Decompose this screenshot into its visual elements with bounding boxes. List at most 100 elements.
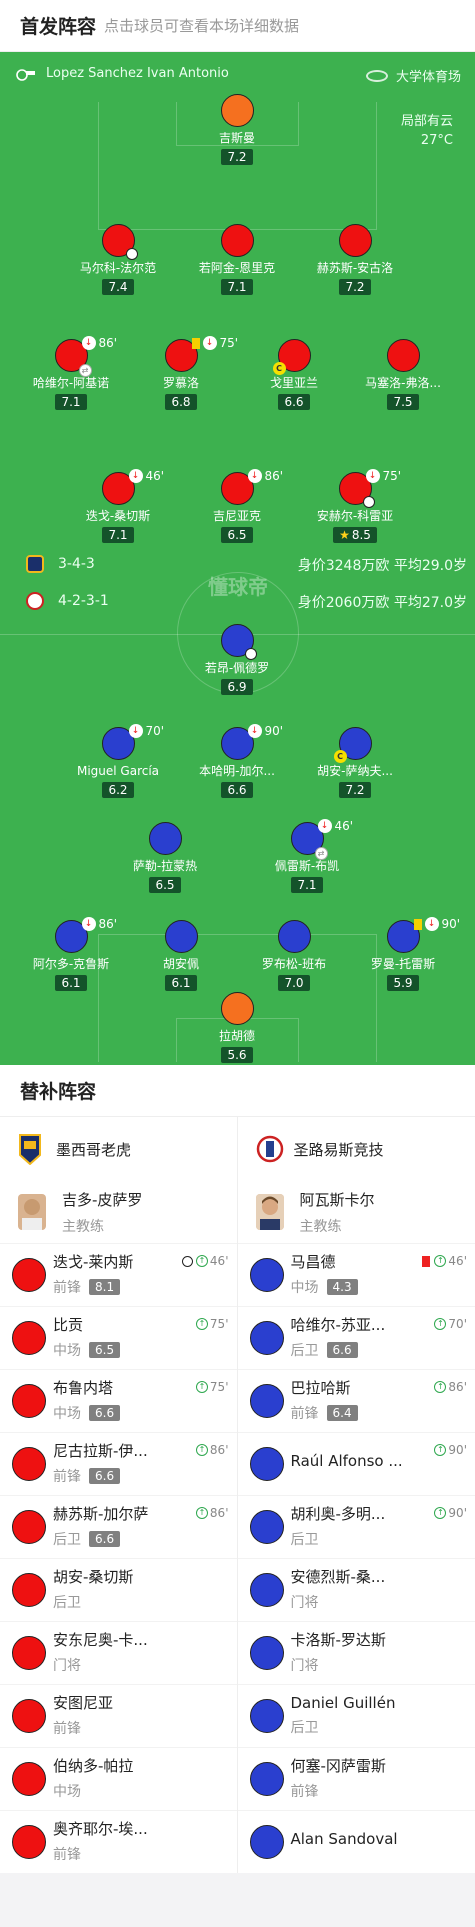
home-player[interactable]: ↓75' 安赫尔-科雷亚 8.5 <box>290 469 420 543</box>
player-name: 胡安-萨纳夫... <box>317 764 393 778</box>
player-shirt-icon <box>249 1825 284 1859</box>
away-team[interactable]: 圣路易斯竞技 <box>238 1117 475 1181</box>
home-value: 身价3248万欧 平均29.0岁 <box>297 558 467 574</box>
away-value: 身价2060万欧 平均27.0岁 <box>297 595 467 611</box>
sub-player-name: 胡安-桑切斯 <box>53 1568 134 1586</box>
home-player[interactable]: ↓ 86' 吉尼亚克 6.5 <box>172 469 302 543</box>
away-team-name: 圣路易斯竞技 <box>293 1140 384 1159</box>
home-sub-row[interactable]: 赫苏斯-加尔萨 后卫 6.6 ↑ 86' <box>0 1495 237 1558</box>
home-player[interactable]: 马尔科-法尔范 7.4 <box>53 224 183 295</box>
away-player[interactable]: 若昂-佩德罗 6.9 <box>172 624 302 695</box>
away-sub-row[interactable]: 安德烈斯-桑... 门将 <box>237 1558 475 1621</box>
away-player[interactable]: ↓ 70' Miguel García 6.2 <box>53 724 183 798</box>
home-player[interactable]: 马塞洛-弗洛... 7.5 <box>338 339 468 410</box>
away-player[interactable]: C 胡安-萨纳夫... 7.2 <box>290 727 420 798</box>
sub-in-icon: ↑ <box>195 1255 208 1267</box>
sub-minute: 46' <box>334 819 354 833</box>
away-sub-row[interactable]: Alan Sandoval <box>237 1810 475 1873</box>
player-shirt-icon <box>249 1510 284 1544</box>
player-name: 若阿金-恩里克 <box>198 261 276 275</box>
substitution-event: ↓ 90' <box>247 724 283 738</box>
player-shirt-icon <box>249 1699 284 1733</box>
away-player[interactable]: 胡安佩 6.1 <box>116 920 246 991</box>
sub-player-rating: 8.1 <box>89 1279 121 1295</box>
away-sub-row[interactable]: 哈维尔-苏亚... 后卫 6.6 ↑ 70' <box>237 1306 475 1369</box>
sub-player-position: 前锋 <box>53 1721 81 1737</box>
player-shirt-icon <box>12 1573 46 1607</box>
venue: 大学体育场 <box>365 66 461 85</box>
player-shirt-icon <box>249 1573 284 1607</box>
home-sub-row[interactable]: 布鲁内塔 中场 6.6 ↑ 75' <box>0 1369 237 1432</box>
home-sub-row[interactable]: 胡安-桑切斯 后卫 <box>0 1558 237 1621</box>
away-sub-row[interactable]: Raúl Alfonso ... ↑ 90' <box>237 1432 475 1495</box>
home-player[interactable]: 若阿金-恩里克 7.1 <box>172 224 302 295</box>
sub-in-icon: ↑ <box>434 1381 447 1393</box>
referee: Lopez Sanchez Ivan Antonio <box>14 66 229 81</box>
player-rating: 5.9 <box>387 975 419 991</box>
sub-minute: 86' <box>448 1380 467 1394</box>
home-player[interactable]: 吉斯曼 7.2 <box>172 94 302 165</box>
sub-player-position: 门将 <box>53 1658 81 1674</box>
player-shirt-icon <box>338 224 372 257</box>
away-player[interactable]: ↓ 46' ⇄ 佩雷斯-布凯 7.1 <box>242 819 372 893</box>
sub-player-name: Daniel Guillén <box>290 1693 396 1712</box>
away-player[interactable]: ↓ 90' 罗曼-托雷斯 5.9 <box>338 917 468 991</box>
substitution-event: ↓ 86' <box>81 336 118 350</box>
home-player[interactable]: ↓ 46' 迭戈-桑切斯 7.1 <box>53 469 183 543</box>
lineup-subtitle: 点击球员可查看本场详细数据 <box>104 17 300 35</box>
player-rating: 7.0 <box>278 975 310 991</box>
sub-out-icon: ↓ <box>128 724 143 738</box>
home-subs-column: 墨西哥老虎 吉多-皮萨罗 主教练 迭戈-莱内斯 前锋 8.1 ↑ 46' 比贡 中场 6.5 ↑… <box>0 1117 238 1873</box>
player-shirt-icon <box>220 224 254 257</box>
home-sub-row[interactable]: 比贡 中场 6.5 ↑ 75' <box>0 1306 237 1369</box>
away-sub-row[interactable]: Daniel Guillén 后卫 <box>237 1684 475 1747</box>
player-shirt-icon <box>249 1447 284 1481</box>
player-name: 本哈明-加尔... <box>199 764 275 778</box>
sub-minute: 86' <box>98 336 118 350</box>
away-sub-row[interactable]: 何塞-冈萨雷斯 前锋 <box>237 1747 475 1810</box>
away-player[interactable]: 萨勒-拉蒙热 6.5 <box>100 822 230 893</box>
home-team[interactable]: 墨西哥老虎 <box>0 1117 237 1181</box>
sub-in-icon: ↑ <box>195 1507 208 1519</box>
sub-player-position: 门将 <box>290 1658 319 1674</box>
home-sub-row[interactable]: 安图尼亚 前锋 <box>0 1684 237 1747</box>
sub-in-icon: ↑ <box>434 1444 447 1456</box>
home-sub-row[interactable]: 尼古拉斯-伊... 前锋 6.6 ↑ 86' <box>0 1432 237 1495</box>
player-shirt-icon: ↓ 46' ⇄ <box>290 819 353 860</box>
home-sub-row[interactable]: 奥齐耶尔-埃... 前锋 <box>0 1810 237 1873</box>
home-player[interactable]: 赫苏斯-安古洛 7.2 <box>290 224 420 295</box>
player-name: Miguel García <box>76 764 160 778</box>
sub-player-rating: 6.6 <box>326 1342 358 1358</box>
away-sub-row[interactable]: 马昌德 中场 4.3 ↑ 46' <box>237 1243 475 1306</box>
player-shirt-icon <box>12 1321 46 1355</box>
substitution-event: ↓ 46' <box>128 469 164 483</box>
sub-player-position: 前锋 <box>290 1784 319 1800</box>
player-shirt-icon <box>12 1447 46 1481</box>
away-coach-name: 阿瓦斯卡尔 <box>299 1190 375 1209</box>
referee-name: Lopez Sanchez Ivan Antonio <box>46 66 229 81</box>
red-card-icon <box>422 1255 431 1267</box>
away-player[interactable]: ↓ 90' 本哈明-加尔... 6.6 <box>172 724 302 798</box>
home-sub-row[interactable]: 安东尼奥-卡... 门将 <box>0 1621 237 1684</box>
player-rating: 5.6 <box>221 1047 253 1063</box>
sub-player-rating: 6.6 <box>89 1405 121 1421</box>
player-rating: 7.1 <box>55 394 87 410</box>
player-shirt-icon: ↓ 46' <box>101 469 164 505</box>
away-sub-row[interactable]: 巴拉哈斯 前锋 6.4 ↑ 86' <box>237 1369 475 1432</box>
player-rating: 7.1 <box>291 877 323 893</box>
player-shirt-icon <box>12 1825 46 1859</box>
home-sub-row[interactable]: 迭戈-莱内斯 前锋 8.1 ↑ 46' <box>0 1243 237 1306</box>
home-team-name: 墨西哥老虎 <box>56 1140 132 1159</box>
home-sub-row[interactable]: 伯纳多-帕拉 中场 <box>0 1747 237 1810</box>
home-coach[interactable]: 吉多-皮萨罗 主教练 <box>0 1181 237 1243</box>
captain-icon: C <box>333 750 347 763</box>
sub-minute: 75' <box>382 469 402 483</box>
home-player[interactable]: ↓ 75' 罗慕洛 6.8 <box>116 336 246 410</box>
temperature: 27°C <box>420 133 453 148</box>
away-player[interactable]: 拉胡德 5.6 <box>172 992 302 1063</box>
away-sub-row[interactable]: 胡利奥-多明... 后卫 ↑ 90' <box>237 1495 475 1558</box>
yellow-card-icon <box>413 918 422 930</box>
away-coach[interactable]: 阿瓦斯卡尔 主教练 <box>238 1181 475 1243</box>
away-sub-row[interactable]: 卡洛斯-罗达斯 门将 <box>237 1621 475 1684</box>
player-name: 赫苏斯-安古洛 <box>316 261 394 275</box>
